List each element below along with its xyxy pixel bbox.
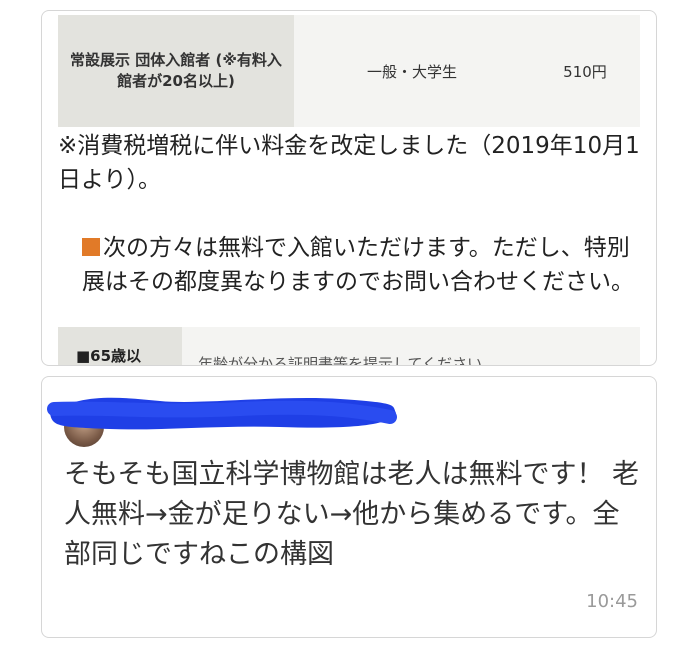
free-admission-note: 次の方々は無料で入館いただけます。ただし、特別展はその都度異なりますのでお問い合…	[82, 231, 638, 299]
fee-category-cell: 常設展示 団体入館者 (※有料入館者が20名以上)	[58, 15, 294, 127]
free-admission-text: 次の方々は無料で入館いただけます。ただし、特別展はその都度異なりますのでお問い合…	[82, 235, 634, 295]
age-requirement-cell: 年齢が分かる証明書等を提示してください	[198, 355, 483, 366]
fee-table-row: 常設展示 団体入館者 (※有料入館者が20名以上) 一般・大学生 510円	[58, 15, 640, 127]
quoted-post-card[interactable]: 常設展示 団体入館者 (※有料入館者が20名以上) 一般・大学生 510円 ※消…	[41, 10, 657, 366]
fee-price-cell: 510円	[563, 62, 607, 81]
tax-note: ※消費税増税に伴い料金を改定しました（2019年10月1日より）。	[58, 133, 640, 193]
redaction-scribble	[47, 397, 397, 430]
orange-square-icon	[82, 238, 100, 256]
fee-type-cell: 一般・大学生	[366, 62, 457, 81]
message-text: そもそも国立科学博物館は老人は無料です！ 老人無料→金が足りない→他から集めるで…	[64, 459, 640, 570]
message-timestamp: 10:45	[586, 591, 638, 612]
fee-table-row-cut-off: ■65歳以 年齢が分かる証明書等を提示してください	[58, 327, 640, 366]
age-category-cell: ■65歳以	[58, 327, 182, 365]
message-card[interactable]: そもそも国立科学博物館は老人は無料です！ 老人無料→金が足りない→他から集めるで…	[41, 376, 657, 638]
